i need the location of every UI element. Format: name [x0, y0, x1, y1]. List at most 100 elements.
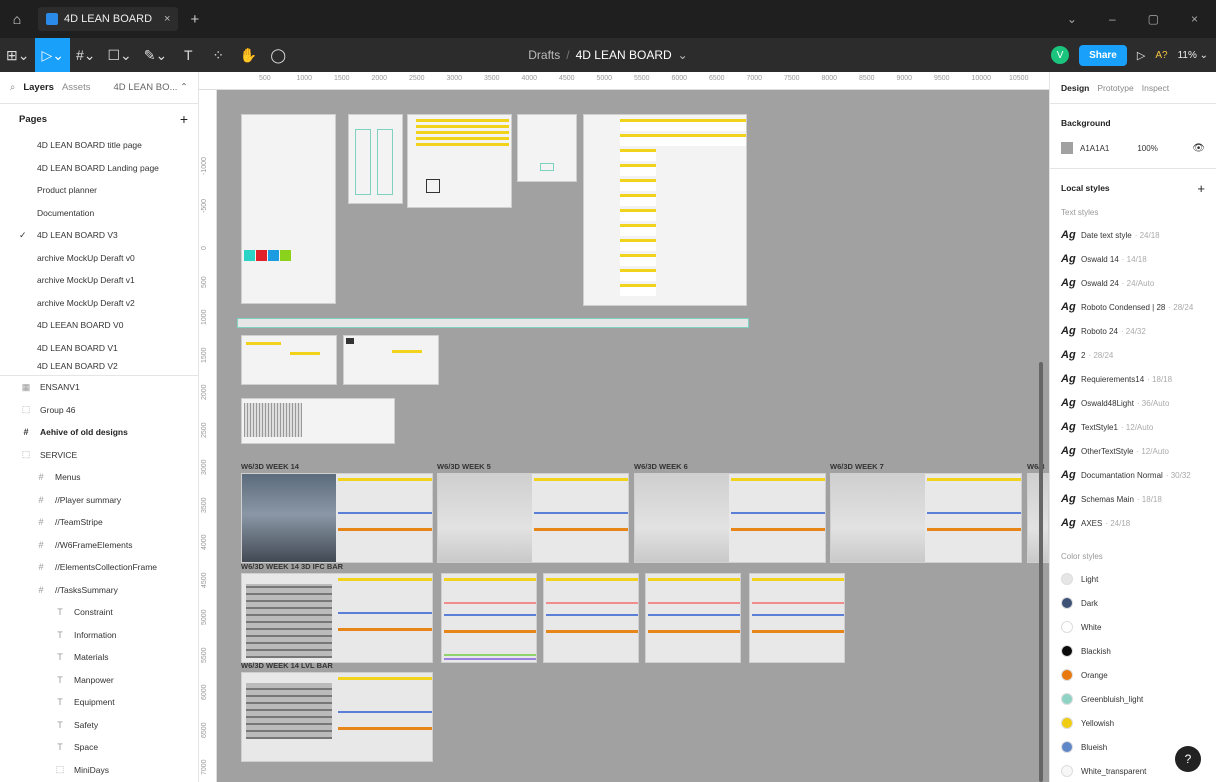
chevron-down-icon[interactable]: ⌄	[678, 48, 688, 62]
eye-icon[interactable]: 👁	[1192, 143, 1205, 154]
week-frame[interactable]	[437, 473, 629, 563]
week-frame[interactable]	[830, 473, 1022, 563]
help-button[interactable]: ?	[1175, 746, 1201, 772]
week-frame[interactable]	[241, 672, 433, 762]
close-window-icon[interactable]: ×	[1191, 12, 1198, 26]
text-style-item[interactable]: Ag Oswald 14 · 14/18	[1061, 247, 1205, 271]
layer-item[interactable]: # //ElementsCollectionFrame	[0, 556, 198, 579]
layer-item[interactable]: T Equipment	[0, 691, 198, 714]
color-style-item[interactable]: Blackish	[1061, 639, 1205, 663]
color-style-item[interactable]: Dark	[1061, 591, 1205, 615]
background-opacity[interactable]: 100%	[1137, 144, 1157, 153]
page-item[interactable]: Documentation	[0, 202, 198, 225]
week-frame[interactable]	[1027, 473, 1049, 563]
layer-item[interactable]: T Space	[0, 736, 198, 759]
canvas-frame[interactable]	[343, 335, 439, 385]
text-style-item[interactable]: Ag 2 · 28/24	[1061, 343, 1205, 367]
color-style-item[interactable]: White	[1061, 615, 1205, 639]
canvas-frame[interactable]	[583, 114, 747, 306]
layer-item[interactable]: ▦ ENSANV1	[0, 376, 198, 399]
text-style-item[interactable]: Ag AXES · 24/18	[1061, 511, 1205, 535]
layer-item[interactable]: # //Player summary	[0, 489, 198, 512]
text-tool-icon[interactable]: T	[173, 38, 203, 72]
week-frame[interactable]	[543, 573, 639, 663]
layer-item[interactable]: T Safety	[0, 714, 198, 737]
page-item[interactable]: 4D LEEAN BOARD V0	[0, 314, 198, 337]
canvas-frame[interactable]	[241, 335, 337, 385]
text-style-item[interactable]: Ag Date text style · 24/18	[1061, 223, 1205, 247]
chevron-down-icon[interactable]: ⌄	[1067, 12, 1077, 26]
week-frame[interactable]	[241, 573, 433, 663]
add-page-icon[interactable]: +	[180, 111, 188, 127]
comment-tool-icon[interactable]: ◯	[263, 38, 293, 72]
week-frame[interactable]	[634, 473, 826, 563]
new-tab-icon[interactable]: +	[190, 11, 199, 28]
layer-item[interactable]: # //W6FrameElements	[0, 534, 198, 557]
file-tab[interactable]: 4D LEAN BOARD ×	[38, 7, 179, 31]
design-canvas[interactable]: 500 1000 1500 2000 2500 3000 3500 4000 4500 5000 5…	[199, 72, 1049, 782]
page-item[interactable]: 4D LEAN BOARD Landing page	[0, 157, 198, 180]
canvas-scrollbar[interactable]	[1039, 362, 1043, 782]
layer-item[interactable]: T Information	[0, 624, 198, 647]
tab-design[interactable]: Design	[1061, 83, 1089, 93]
tab-assets[interactable]: Assets	[62, 82, 91, 93]
text-style-item[interactable]: Ag Oswald 24 · 24/Auto	[1061, 271, 1205, 295]
color-style-item[interactable]: Greenbluish_light	[1061, 687, 1205, 711]
text-style-item[interactable]: Ag Roboto Condensed | 28 · 28/24	[1061, 295, 1205, 319]
main-menu-icon[interactable]: ⊞⌄	[0, 38, 35, 72]
move-tool-icon[interactable]: ▷⌄	[35, 38, 70, 72]
page-item[interactable]: archive MockUp Deraft v2	[0, 292, 198, 315]
avatar[interactable]: V	[1051, 46, 1070, 64]
breadcrumb-file[interactable]: 4D LEAN BOARD	[576, 48, 672, 62]
canvas-frame[interactable]	[348, 114, 403, 204]
home-icon[interactable]: ⌂	[0, 0, 34, 38]
canvas-frame[interactable]	[241, 114, 336, 304]
text-style-item[interactable]: Ag Requierements14 · 18/18	[1061, 367, 1205, 391]
tab-layers[interactable]: Layers	[23, 82, 54, 93]
text-style-item[interactable]: Ag Oswald48Light · 36/Auto	[1061, 391, 1205, 415]
canvas-frame[interactable]	[517, 114, 577, 182]
page-item[interactable]: 4D LEAN BOARD V1	[0, 337, 198, 360]
layer-item[interactable]: # //TasksSummary	[0, 579, 198, 602]
close-tab-icon[interactable]: ×	[164, 13, 170, 25]
layer-item[interactable]: T Materials	[0, 646, 198, 669]
text-style-item[interactable]: Ag Roboto 24 · 24/32	[1061, 319, 1205, 343]
frame-tool-icon[interactable]: #⌄	[70, 38, 102, 72]
hand-tool-icon[interactable]: ✋	[233, 38, 263, 72]
share-button[interactable]: Share	[1079, 44, 1127, 66]
tab-inspect[interactable]: Inspect	[1142, 83, 1169, 93]
text-style-item[interactable]: Ag Documantation Normal · 30/32	[1061, 463, 1205, 487]
week-frame[interactable]	[441, 573, 537, 663]
accessibility-icon[interactable]: A?	[1155, 50, 1167, 61]
layer-item[interactable]: # //TeamStripe	[0, 511, 198, 534]
page-item[interactable]: 4D LEAN BOARD V2	[0, 359, 198, 373]
search-icon[interactable]: ⌕	[10, 82, 15, 93]
page-item-current[interactable]: ✓ 4D LEAN BOARD V3	[0, 224, 198, 247]
page-item[interactable]: archive MockUp Deraft v1	[0, 269, 198, 292]
add-style-icon[interactable]: +	[1197, 181, 1205, 196]
color-style-item[interactable]: Orange	[1061, 663, 1205, 687]
present-icon[interactable]: ▷	[1137, 49, 1145, 62]
resources-icon[interactable]: ⁘	[203, 38, 233, 72]
week-frame[interactable]	[241, 473, 433, 563]
pen-tool-icon[interactable]: ✎⌄	[138, 38, 173, 72]
background-hex[interactable]: A1A1A1	[1080, 144, 1109, 153]
page-item[interactable]: Product planner	[0, 179, 198, 202]
week-frame[interactable]	[749, 573, 845, 663]
layer-item[interactable]: # Menus	[0, 466, 198, 489]
color-style-item[interactable]: Light	[1061, 567, 1205, 591]
layer-item[interactable]: ⬚ SERVICE	[0, 444, 198, 467]
minimize-icon[interactable]: –	[1109, 12, 1116, 26]
background-row[interactable]: A1A1A1 100% 👁	[1061, 136, 1205, 160]
background-swatch[interactable]	[1061, 142, 1073, 154]
text-style-item[interactable]: Ag TextStyle1 · 12/Auto	[1061, 415, 1205, 439]
week-frame[interactable]	[645, 573, 741, 663]
page-selector[interactable]: 4D LEAN BO... ⌃	[114, 82, 188, 93]
canvas-frame[interactable]	[241, 398, 395, 444]
layer-item[interactable]: T Manpower	[0, 669, 198, 692]
layer-item[interactable]: ⬚ Group 46	[0, 399, 198, 422]
text-style-item[interactable]: Ag Schemas Main · 18/18	[1061, 487, 1205, 511]
canvas-strip[interactable]	[237, 318, 749, 328]
color-style-item[interactable]: Yellowish	[1061, 711, 1205, 735]
page-item[interactable]: 4D LEAN BOARD title page	[0, 134, 198, 157]
